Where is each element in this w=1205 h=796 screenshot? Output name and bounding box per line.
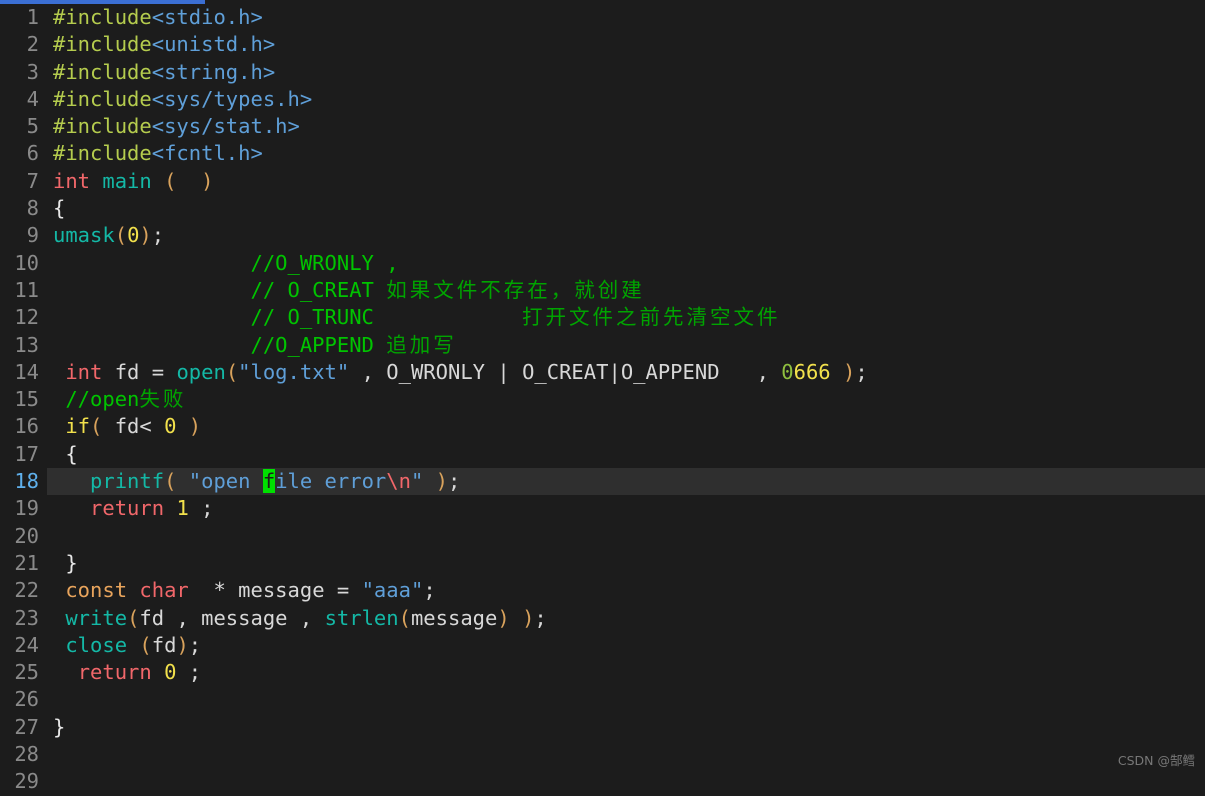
line-content: #include<sys/stat.h>	[53, 114, 300, 139]
code-line[interactable]: 2 #include<unistd.h>	[0, 31, 1205, 58]
line-number: 21	[14, 550, 39, 575]
line-number: 19	[14, 496, 39, 521]
line-content: umask(0);	[53, 223, 165, 248]
line-number: 3	[26, 59, 39, 84]
line-content: #include<string.h>	[53, 59, 276, 84]
line-content: #include<sys/types.h>	[53, 86, 313, 111]
line-content: {	[65, 441, 78, 466]
line-number: 9	[26, 223, 39, 248]
line-content: }	[53, 714, 66, 739]
line-content: close (fd);	[65, 632, 202, 657]
line-number: 2	[26, 32, 39, 57]
code-line[interactable]: 24 close (fd);	[0, 632, 1205, 659]
line-content: int fd = open("log.txt" , O_WRONLY | O_C…	[65, 359, 868, 384]
line-content: //O_APPEND 追加写	[53, 332, 457, 357]
line-content: #include<fcntl.h>	[53, 141, 263, 166]
comment-cjk-line15: 失败	[139, 387, 187, 412]
line-number: 8	[26, 196, 39, 221]
line-number: 7	[26, 168, 39, 193]
line-number: 6	[26, 141, 39, 166]
line-number: 27	[14, 714, 39, 739]
code-line[interactable]: 3 #include<string.h>	[0, 59, 1205, 86]
code-line[interactable]: 23 write(fd , message , strlen(message) …	[0, 605, 1205, 632]
line-number: 5	[26, 114, 39, 139]
code-line[interactable]: 16 if( fd< 0 )	[0, 413, 1205, 440]
line-number: 11	[14, 277, 39, 302]
line-number: 13	[14, 332, 39, 357]
code-line[interactable]: 26	[0, 686, 1205, 713]
line-number: 10	[14, 250, 39, 275]
line-content: const char * message = "aaa";	[65, 578, 436, 603]
code-line[interactable]: 27 }	[0, 714, 1205, 741]
code-line[interactable]: 8 {	[0, 195, 1205, 222]
watermark: CSDN @郜鳕	[1117, 753, 1195, 768]
line-number: 26	[14, 687, 39, 712]
line-number: 15	[14, 387, 39, 412]
line-number: 4	[26, 86, 39, 111]
code-line[interactable]: 22 const char * message = "aaa";	[0, 577, 1205, 604]
line-content: return 0 ;	[77, 660, 202, 685]
code-line[interactable]: 29	[0, 768, 1205, 795]
line-content: {	[53, 196, 66, 221]
code-line[interactable]: 1 #include<stdio.h>	[0, 4, 1205, 31]
line-content: //open失败	[53, 387, 187, 412]
line-number-current: 18	[0, 468, 47, 496]
code-line[interactable]: 28	[0, 741, 1205, 768]
code-line[interactable]: 14 int fd = open("log.txt" , O_WRONLY | …	[0, 359, 1205, 386]
line-content: if( fd< 0 )	[65, 414, 202, 439]
line-number: 16	[14, 414, 39, 439]
code-line[interactable]: 5 #include<sys/stat.h>	[0, 113, 1205, 140]
code-line[interactable]: 19 return 1 ;	[0, 495, 1205, 522]
line-number: 12	[14, 305, 39, 330]
line-content: //O_WRONLY ,	[53, 250, 399, 275]
line-content: #include<stdio.h>	[53, 5, 263, 29]
line-content: write(fd , message , strlen(message) );	[65, 605, 547, 630]
code-line[interactable]: 10 //O_WRONLY ,	[0, 250, 1205, 277]
line-number: 1	[26, 5, 39, 29]
line-content: // O_TRUNC 打开文件之前先清空文件	[53, 305, 781, 330]
comment-cjk-line12: 打开文件之前先清空文件	[522, 305, 781, 330]
code-area[interactable]: 1 #include<stdio.h> 2 #include<unistd.h>…	[0, 4, 1205, 793]
code-line[interactable]: 6 #include<fcntl.h>	[0, 140, 1205, 167]
code-line[interactable]: 13 //O_APPEND 追加写	[0, 332, 1205, 359]
line-number: 24	[14, 632, 39, 657]
text-cursor: f	[262, 469, 276, 494]
line-number: 14	[14, 359, 39, 384]
line-content: #include<unistd.h>	[53, 32, 276, 57]
line-number: 25	[14, 660, 39, 685]
line-number: 29	[14, 769, 39, 794]
line-number: 28	[14, 742, 39, 767]
code-line[interactable]: 12 // O_TRUNC 打开文件之前先清空文件	[0, 304, 1205, 331]
code-line[interactable]: 20	[0, 523, 1205, 550]
line-content: printf( "open file error\n" );	[90, 469, 461, 494]
code-line[interactable]: 11 // O_CREAT 如果文件不存在，就创建	[0, 277, 1205, 304]
code-line[interactable]: 9 umask(0);	[0, 222, 1205, 249]
line-content: }	[65, 550, 78, 575]
code-line[interactable]: 17 {	[0, 441, 1205, 468]
line-number: 20	[14, 523, 39, 548]
line-number: 22	[14, 578, 39, 603]
line-content: // O_CREAT 如果文件不存在，就创建	[53, 277, 645, 302]
line-content: return 1 ;	[90, 496, 214, 521]
line-content: int main ( )	[53, 168, 214, 193]
line-number: 23	[14, 605, 39, 630]
line-number: 17	[14, 441, 39, 466]
code-line[interactable]: 21 }	[0, 550, 1205, 577]
code-line[interactable]: 15 //open失败	[0, 386, 1205, 413]
code-line[interactable]: 25 return 0 ;	[0, 659, 1205, 686]
code-editor: 1 #include<stdio.h> 2 #include<unistd.h>…	[0, 0, 1205, 793]
comment-cjk-line13: 追加写	[386, 332, 457, 357]
code-line[interactable]: 4 #include<sys/types.h>	[0, 86, 1205, 113]
code-line-current[interactable]: 18 printf( "open file error\n" );	[0, 468, 1205, 496]
code-line[interactable]: 7 int main ( )	[0, 168, 1205, 195]
comment-cjk-line11: 如果文件不存在，就创建	[386, 277, 645, 302]
